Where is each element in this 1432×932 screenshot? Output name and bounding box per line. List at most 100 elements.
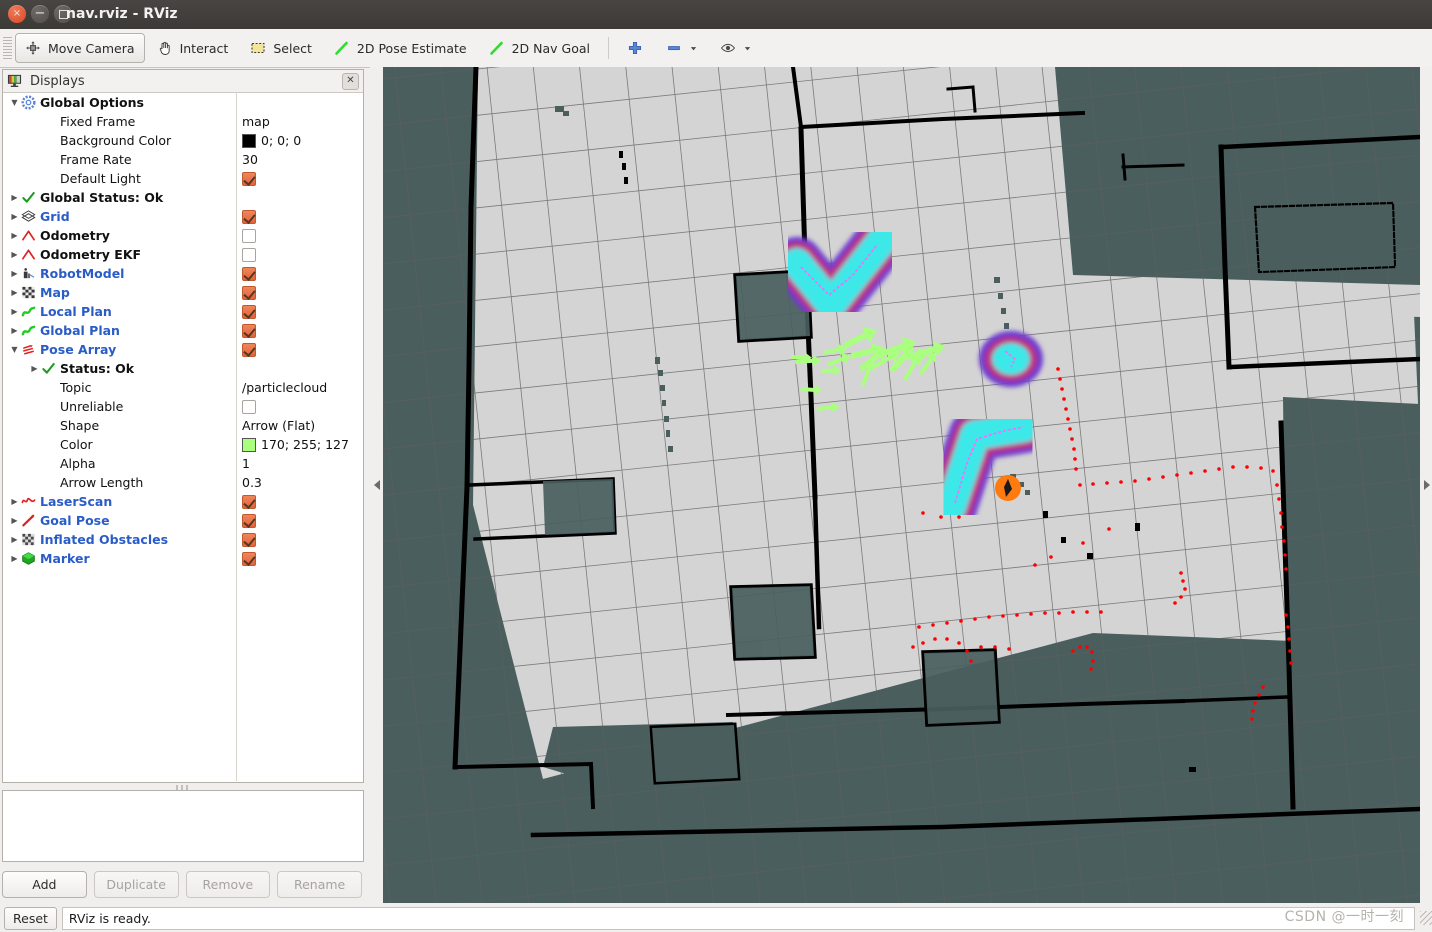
chevron-right-icon[interactable]: ▶ xyxy=(9,511,20,530)
chevron-right-icon[interactable]: ▶ xyxy=(9,245,20,264)
tree-row-value[interactable] xyxy=(242,321,256,340)
tree-row-value[interactable] xyxy=(242,340,256,359)
tree-row-value[interactable]: 1 xyxy=(242,454,250,473)
color-swatch[interactable] xyxy=(242,133,256,148)
tree-row-value[interactable] xyxy=(242,302,256,321)
tree-row-fixed-frame[interactable]: Fixed Frame map xyxy=(3,112,363,131)
tree-row-map[interactable]: ▶ Map xyxy=(3,283,363,302)
enable-checkbox[interactable] xyxy=(242,171,256,186)
tree-row-value[interactable] xyxy=(242,207,256,226)
window-close-button[interactable]: × xyxy=(8,5,26,23)
tree-row-value[interactable] xyxy=(242,264,256,283)
enable-checkbox[interactable] xyxy=(242,551,256,566)
chevron-right-icon[interactable]: ▶ xyxy=(9,549,20,568)
toolbar-drag-handle[interactable] xyxy=(3,37,12,59)
enable-checkbox[interactable] xyxy=(242,304,256,319)
enable-checkbox[interactable] xyxy=(242,247,256,262)
tool-interact[interactable]: Interact xyxy=(147,33,239,63)
tree-row-local-plan[interactable]: ▶ Local Plan xyxy=(3,302,363,321)
chevron-down-icon[interactable]: ▼ xyxy=(9,340,20,359)
selection-panel[interactable] xyxy=(2,790,364,862)
chevron-right-icon[interactable]: ▶ xyxy=(29,359,40,378)
chevron-right-icon[interactable]: ▶ xyxy=(9,302,20,321)
enable-checkbox[interactable] xyxy=(242,513,256,528)
tree-row-background-color[interactable]: Background Color 0; 0; 0 xyxy=(3,131,363,150)
tree-row-topic[interactable]: Topic/particlecloud xyxy=(3,378,363,397)
tree-row-goal-pose[interactable]: ▶ Goal Pose xyxy=(3,511,363,530)
chevron-right-icon[interactable]: ▶ xyxy=(9,264,20,283)
enable-checkbox[interactable] xyxy=(242,266,256,281)
tree-row-unreliable[interactable]: Unreliable xyxy=(3,397,363,416)
chevron-right-icon[interactable]: ▶ xyxy=(9,207,20,226)
reset-button[interactable]: Reset xyxy=(4,906,57,930)
tree-row-odometry[interactable]: ▶ Odometry xyxy=(3,226,363,245)
tree-row-global-plan[interactable]: ▶ Global Plan xyxy=(3,321,363,340)
tool-move-camera[interactable]: Move Camera xyxy=(15,33,145,63)
left-panel-collapse-handle[interactable] xyxy=(370,67,383,903)
tree-row-robotmodel[interactable]: ▶ RobotModel xyxy=(3,264,363,283)
enable-checkbox[interactable] xyxy=(242,209,256,224)
tree-row-value[interactable] xyxy=(242,530,256,549)
chevron-right-icon[interactable]: ▶ xyxy=(9,321,20,340)
chevron-right-icon[interactable]: ▶ xyxy=(9,530,20,549)
duplicate-button[interactable]: Duplicate xyxy=(93,871,179,898)
tree-row-value[interactable]: Arrow (Flat) xyxy=(242,416,315,435)
tree-row-frame-rate[interactable]: Frame Rate 30 xyxy=(3,150,363,169)
tree-row-value[interactable] xyxy=(242,549,256,568)
enable-checkbox[interactable] xyxy=(242,494,256,509)
tree-row-value[interactable] xyxy=(242,169,256,188)
enable-checkbox[interactable] xyxy=(242,532,256,547)
tree-row-grid[interactable]: ▶ Grid xyxy=(3,207,363,226)
add-button[interactable]: Add xyxy=(2,871,87,898)
chevron-right-icon[interactable]: ▶ xyxy=(9,283,20,302)
tree-row-arrow-length[interactable]: Arrow Length 0.3 xyxy=(3,473,363,492)
chevron-right-icon[interactable]: ▶ xyxy=(9,492,20,511)
color-swatch[interactable] xyxy=(242,437,256,452)
tree-row-status-ok[interactable]: ▶ Status: Ok xyxy=(3,359,363,378)
remove-button[interactable]: Remove xyxy=(185,871,271,898)
chevron-down-icon[interactable]: ▼ xyxy=(9,93,20,112)
tree-row-laserscan[interactable]: ▶ LaserScan xyxy=(3,492,363,511)
add-tool-button[interactable] xyxy=(617,33,654,63)
tool-2d-nav-goal[interactable]: 2D Nav Goal xyxy=(479,33,600,63)
enable-checkbox[interactable] xyxy=(242,323,256,338)
tree-row-value[interactable]: 0.3 xyxy=(242,473,262,492)
tree-row-value[interactable]: 30 xyxy=(242,150,258,169)
tree-row-pose-array[interactable]: ▼ Pose Array xyxy=(3,340,363,359)
tree-row-default-light[interactable]: Default Light xyxy=(3,169,363,188)
right-panel-expand-handle[interactable] xyxy=(1420,67,1432,903)
views-button[interactable] xyxy=(710,33,762,63)
tool-2d-pose-estimate[interactable]: 2D Pose Estimate xyxy=(324,33,477,63)
enable-checkbox[interactable] xyxy=(242,399,256,414)
tree-row-marker[interactable]: ▶ Marker xyxy=(3,549,363,568)
tree-row-value[interactable] xyxy=(242,492,256,511)
render-view-3d[interactable] xyxy=(383,67,1420,903)
resize-grip[interactable] xyxy=(1420,911,1432,925)
tree-row-inflated-obstacles[interactable]: ▶ Inflated Obstacles xyxy=(3,530,363,549)
tree-row-global-options[interactable]: ▼ Global Options xyxy=(3,93,363,112)
tree-row-value[interactable] xyxy=(242,283,256,302)
enable-checkbox[interactable] xyxy=(242,228,256,243)
tree-row-value[interactable] xyxy=(242,511,256,530)
tree-row-value[interactable] xyxy=(242,397,256,416)
tree-row-value[interactable]: 170; 255; 127 xyxy=(242,435,349,454)
chevron-right-icon[interactable]: ▶ xyxy=(9,226,20,245)
tree-row-value[interactable]: /particlecloud xyxy=(242,378,327,397)
tree-row-value[interactable] xyxy=(242,226,256,245)
tree-row-value[interactable]: map xyxy=(242,112,270,131)
displays-tree[interactable]: ▼ Global Options Fixed Frame map Background … xyxy=(3,93,363,781)
tree-row-alpha[interactable]: Alpha 1 xyxy=(3,454,363,473)
tree-row-global-status-ok[interactable]: ▶ Global Status: Ok xyxy=(3,188,363,207)
window-minimize-button[interactable]: − xyxy=(31,5,49,23)
chevron-right-icon[interactable]: ▶ xyxy=(9,188,20,207)
rename-button[interactable]: Rename xyxy=(277,871,362,898)
tool-select[interactable]: Select xyxy=(240,33,322,63)
tree-row-value[interactable] xyxy=(242,245,256,264)
enable-checkbox[interactable] xyxy=(242,342,256,357)
tree-row-value[interactable]: 0; 0; 0 xyxy=(242,131,301,150)
remove-tool-button[interactable] xyxy=(656,33,708,63)
close-icon[interactable]: ✕ xyxy=(342,72,359,90)
tree-row-shape[interactable]: Shape Arrow (Flat) xyxy=(3,416,363,435)
tree-row-odometry-ekf[interactable]: ▶ Odometry EKF xyxy=(3,245,363,264)
enable-checkbox[interactable] xyxy=(242,285,256,300)
